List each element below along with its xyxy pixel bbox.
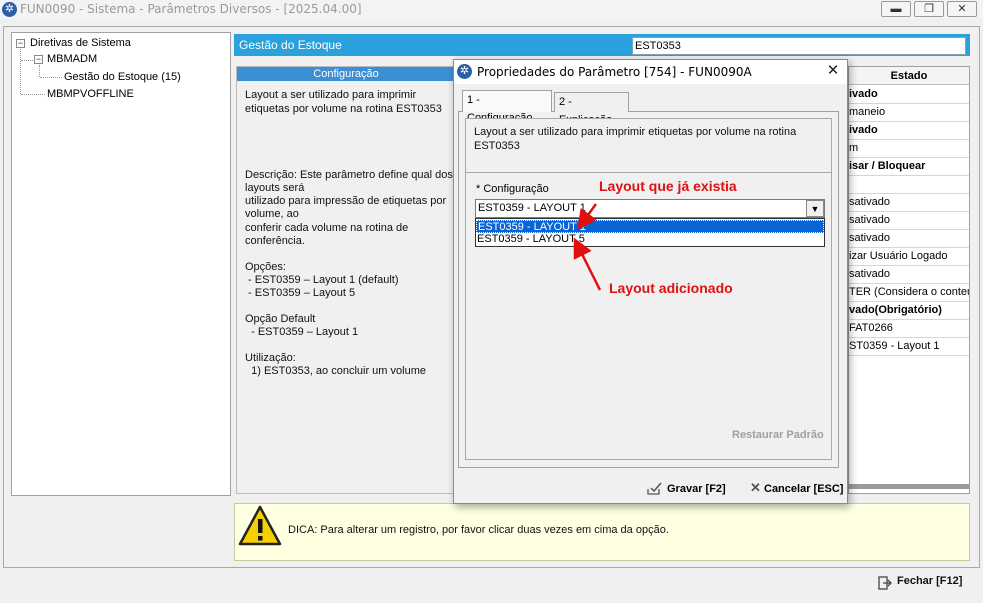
tree-item-mbmpvoffline[interactable]: MBMPVOFFLINE — [47, 88, 134, 100]
grid-row[interactable]: FAT0266 — [849, 320, 969, 338]
description-line: etiquetas por volume na rotina EST0353 — [245, 103, 442, 115]
tree-line — [21, 94, 45, 95]
grid-row[interactable]: TER (Considera o conteud — [849, 284, 969, 302]
grid-row[interactable]: sativado — [849, 266, 969, 284]
description-line: Utilização: — [245, 352, 296, 364]
cancel-button[interactable]: Cancelar [ESC] — [764, 483, 843, 495]
dropdown-option-layout-5[interactable]: EST0359 - LAYOUT 5 — [476, 233, 824, 246]
tip-text: DICA: Para alterar um registro, por favo… — [288, 524, 669, 536]
dialog-description-line: EST0353 — [474, 140, 520, 152]
horizontal-scrollbar[interactable] — [849, 484, 969, 489]
description-line: utilizado para impressão de etiquetas po… — [245, 195, 447, 207]
warning-icon — [238, 505, 282, 546]
chevron-down-icon[interactable]: ▼ — [806, 200, 824, 217]
grid-row[interactable]: ivado — [849, 86, 969, 104]
grid-row[interactable]: sativado — [849, 212, 969, 230]
grid-row[interactable] — [849, 176, 969, 194]
save-icon[interactable] — [646, 481, 663, 496]
description-line: - EST0359 – Layout 1 (default) — [245, 274, 399, 286]
description-line: Layout a ser utilizado para imprimir — [245, 89, 417, 101]
description-line: - EST0359 – Layout 5 — [245, 287, 356, 299]
restore-button[interactable]: ❐ — [914, 1, 944, 17]
description-line: conferência. — [245, 235, 305, 247]
grid-row[interactable]: sativado — [849, 230, 969, 248]
grid-row[interactable]: maneio — [849, 104, 969, 122]
grid-row[interactable]: vado(Obrigatório) — [849, 302, 969, 320]
tree-item-gestao-estoque[interactable]: Gestão do Estoque (15) — [64, 71, 181, 83]
grid-row[interactable]: ivado — [849, 122, 969, 140]
tree-item-diretivas[interactable]: Diretivas de Sistema — [30, 37, 131, 49]
restore-default-button[interactable]: Restaurar Padrão — [732, 429, 824, 441]
description-line: Opções: — [245, 261, 286, 273]
minimize-button[interactable]: ▬ — [881, 1, 911, 17]
description-header: Configuração — [237, 67, 455, 81]
tab-explicacao[interactable]: 2 - Explicação — [554, 92, 629, 126]
cancel-icon[interactable]: ✕ — [750, 481, 762, 494]
config-label: * Configuração — [476, 183, 549, 195]
grid-header-estado[interactable]: Estado — [849, 67, 969, 85]
description-line: Opção Default — [245, 313, 316, 325]
grid-row[interactable]: izar Usuário Logado — [849, 248, 969, 266]
description-line: Descrição: Este parâmetro define qual do… — [245, 169, 453, 181]
description-line: conferir cada volume na rotina de — [245, 222, 409, 234]
tree-line — [21, 60, 33, 61]
parameter-tree[interactable] — [11, 32, 231, 496]
grid-row[interactable]: sativado — [849, 194, 969, 212]
arrow-to-added — [573, 237, 602, 291]
collapse-mbmadm-icon[interactable]: − — [34, 55, 43, 64]
annotation-arrows — [573, 203, 602, 291]
arrow-to-existing — [577, 203, 598, 231]
grid-row[interactable]: m — [849, 140, 969, 158]
window-title: FUN0090 - Sistema - Parâmetros Diversos … — [20, 2, 362, 16]
dialog-title: Propriedades do Parâmetro [754] - FUN009… — [477, 65, 752, 79]
tree-item-mbmadm[interactable]: MBMADM — [47, 53, 97, 65]
tab-configuracao[interactable]: 1 - Configuração — [462, 90, 552, 124]
description-line: 1) EST0353, ao concluir um volume — [245, 365, 426, 377]
gear-icon: ✲ — [2, 2, 17, 17]
description-line: - EST0359 – Layout 1 — [245, 326, 359, 338]
search-input[interactable]: EST0353 — [632, 37, 966, 55]
tree-line — [20, 49, 21, 94]
config-select[interactable]: EST0359 - LAYOUT 1 — [475, 199, 825, 218]
section-title: Gestão do Estoque — [239, 38, 342, 52]
close-window-button[interactable]: ✕ — [947, 1, 977, 17]
close-button[interactable]: Fechar [F12] — [897, 575, 962, 587]
save-button[interactable]: Gravar [F2] — [667, 483, 726, 495]
collapse-root-icon[interactable]: − — [16, 39, 25, 48]
dialog-close-button[interactable]: ✕ — [822, 61, 844, 81]
grid-row[interactable]: isar / Bloquear — [849, 158, 969, 176]
dropdown-option-layout-1[interactable]: EST0359 - LAYOUT 1 — [476, 220, 824, 233]
exit-icon[interactable] — [878, 576, 892, 590]
description-line: layouts será — [245, 182, 305, 194]
tree-line — [40, 77, 62, 78]
tree-line — [39, 65, 40, 77]
description-line: volume, ao — [245, 208, 299, 220]
gear-icon: ✲ — [457, 64, 472, 79]
grid-row[interactable]: ST0359 - Layout 1 — [849, 338, 969, 356]
dialog-description-line: Layout a ser utilizado para imprimir eti… — [474, 126, 797, 138]
